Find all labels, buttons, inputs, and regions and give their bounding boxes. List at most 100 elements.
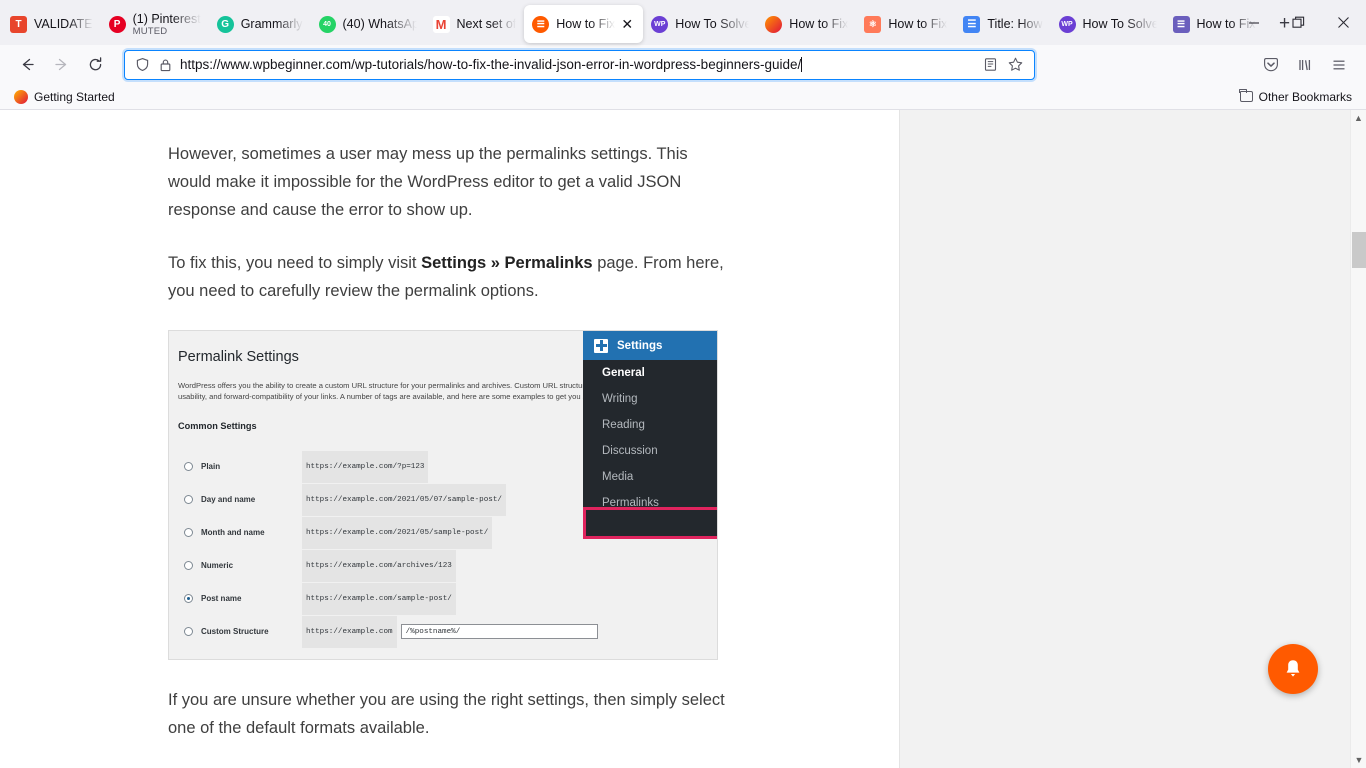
tab-label: How to Fix: [556, 17, 616, 31]
back-button[interactable]: [10, 49, 44, 81]
menu-item-general[interactable]: General: [583, 360, 717, 386]
close-button[interactable]: [1321, 0, 1366, 45]
menu-item-media[interactable]: Media: [583, 464, 717, 490]
permalink-option-label: Numeric: [201, 560, 234, 570]
pocket-icon[interactable]: [1254, 49, 1288, 81]
browser-tab-active[interactable]: ☰ How to Fix ✕: [524, 5, 644, 43]
bookmarks-bar: Getting Started Other Bookmarks: [0, 84, 1366, 110]
tab-label: How To Solve: [675, 17, 750, 31]
page-scrollbar[interactable]: ▲ ▼: [1350, 110, 1366, 768]
forward-button[interactable]: [44, 49, 78, 81]
wpbeginner-icon: ☰: [532, 15, 550, 33]
firefox-icon: [765, 15, 783, 33]
menu-item-discussion[interactable]: Discussion: [583, 438, 717, 464]
bell-icon: [1286, 660, 1300, 677]
settings-menu-header[interactable]: Settings: [583, 331, 717, 360]
folder-icon: [1239, 88, 1253, 102]
article-body: However, sometimes a user may mess up th…: [0, 110, 730, 742]
browser-tab[interactable]: 40 (40) WhatsApp: [311, 5, 425, 43]
gmail-icon: M: [432, 15, 450, 33]
scroll-up-arrow[interactable]: ▲: [1351, 110, 1366, 126]
bookmark-star-icon[interactable]: [1005, 56, 1028, 73]
article-paragraph-3: If you are unsure whether you are using …: [168, 691, 725, 737]
address-bar[interactable]: https://www.wpbeginner.com/wp-tutorials/…: [124, 49, 1035, 80]
bookmark-getting-started[interactable]: Getting Started: [10, 88, 119, 106]
minimize-button[interactable]: [1231, 0, 1276, 45]
browser-tab[interactable]: ⚛ How to Fix: [856, 5, 955, 43]
radio-post-name[interactable]: [184, 594, 193, 603]
permalink-option-label: Day and name: [201, 494, 256, 504]
restore-button[interactable]: [1276, 0, 1321, 45]
shield-icon[interactable]: [135, 57, 150, 72]
radio-numeric[interactable]: [184, 561, 193, 570]
docs-icon: ☰: [963, 15, 981, 33]
settings-gear-icon: [594, 338, 608, 353]
other-bookmarks-button[interactable]: Other Bookmarks: [1239, 88, 1356, 104]
lock-icon[interactable]: [159, 58, 172, 72]
wp-settings-submenu: Settings General Writing Reading Discuss…: [583, 331, 717, 539]
reload-button[interactable]: [78, 49, 112, 81]
elementor-icon: ☰: [1172, 15, 1190, 33]
permalink-option-row[interactable]: Custom Structure https://example.com /%p…: [178, 615, 717, 648]
whatsapp-icon: 40: [318, 15, 336, 33]
close-icon[interactable]: ✕: [619, 16, 635, 32]
menu-item-reading[interactable]: Reading: [583, 412, 717, 438]
permalink-option-label: Post name: [201, 593, 242, 603]
article-paragraph-1: However, sometimes a user may mess up th…: [168, 145, 688, 219]
available-tags-label: Available tags:: [313, 651, 717, 659]
menu-item-writing[interactable]: Writing: [583, 386, 717, 412]
permalink-option-url: https://example.com: [302, 615, 397, 648]
tab-label: (1) Pinterest: [132, 11, 201, 26]
browser-tab[interactable]: P (1) Pinterest MUTED: [101, 5, 209, 43]
tab-label: How to Fix: [888, 17, 948, 31]
wordpress-icon: WP: [651, 15, 669, 33]
wordpress-icon: WP: [1058, 15, 1076, 33]
validate-icon: T: [10, 15, 27, 33]
url-text[interactable]: https://www.wpbeginner.com/wp-tutorials/…: [180, 57, 976, 72]
browser-tab-strip: T VALIDATE P (1) Pinterest MUTED G Gramm…: [0, 0, 1366, 45]
bookmark-label: Getting Started: [34, 89, 115, 104]
browser-tab[interactable]: T VALIDATE: [2, 5, 101, 43]
browser-tab[interactable]: G Grammarly: [209, 5, 311, 43]
scrollbar-thumb[interactable]: [1352, 232, 1366, 268]
permalink-option-url: https://example.com/sample-post/: [302, 582, 456, 615]
reader-view-icon[interactable]: [976, 57, 1005, 72]
article-content-column: However, sometimes a user may mess up th…: [0, 110, 900, 768]
browser-tab[interactable]: How to Fix: [757, 5, 856, 43]
para2-text-before: To fix this, you need to simply visit: [168, 254, 422, 272]
article-paragraph-2: To fix this, you need to simply visit Se…: [168, 249, 730, 305]
permalink-option-row[interactable]: Post name https://example.com/sample-pos…: [178, 582, 717, 615]
radio-day-and-name[interactable]: [184, 495, 193, 504]
browser-tab[interactable]: WP How To Solve: [1051, 5, 1165, 43]
permalink-option-row[interactable]: Numeric https://example.com/archives/123: [178, 549, 717, 582]
permalink-settings-screenshot: Permalink Settings WordPress offers you …: [168, 330, 718, 660]
browser-tab[interactable]: WP How To Solve: [643, 5, 757, 43]
radio-custom-structure[interactable]: [184, 627, 193, 636]
radio-plain[interactable]: [184, 462, 193, 471]
tab-label: Grammarly: [240, 17, 303, 31]
library-icon[interactable]: [1288, 49, 1322, 81]
browser-tab[interactable]: M Next set of: [425, 5, 525, 43]
other-bookmarks-label: Other Bookmarks: [1258, 89, 1352, 104]
settings-menu-title: Settings: [617, 339, 663, 352]
scroll-down-arrow[interactable]: ▼: [1351, 752, 1366, 768]
permalink-option-url: https://example.com/?p=123: [302, 450, 429, 483]
settings-permalinks-bold: Settings » Permalinks: [421, 254, 593, 272]
permalink-option-label: Custom Structure: [201, 626, 269, 636]
permalink-option-label: Plain: [201, 461, 221, 471]
permalink-option-url: https://example.com/2021/05/07/sample-po…: [302, 483, 506, 516]
notification-bell-button[interactable]: [1268, 644, 1318, 694]
hubspot-icon: ⚛: [864, 15, 882, 33]
custom-structure-input[interactable]: /%postname%/: [400, 624, 598, 639]
tab-label: How To Solve: [1082, 17, 1157, 31]
radio-month-and-name[interactable]: [184, 528, 193, 537]
tab-label: Next set of: [456, 17, 517, 31]
tab-label: (40) WhatsApp: [342, 17, 417, 31]
permalink-option-label: Month and name: [201, 527, 265, 537]
hamburger-menu-icon[interactable]: [1322, 49, 1356, 81]
firefox-icon: [14, 89, 28, 104]
grammarly-icon: G: [216, 15, 234, 33]
browser-tab[interactable]: ☰ Title: How: [955, 5, 1050, 43]
tab-label: VALIDATE: [34, 17, 93, 31]
tab-muted-indicator: MUTED: [132, 25, 168, 37]
